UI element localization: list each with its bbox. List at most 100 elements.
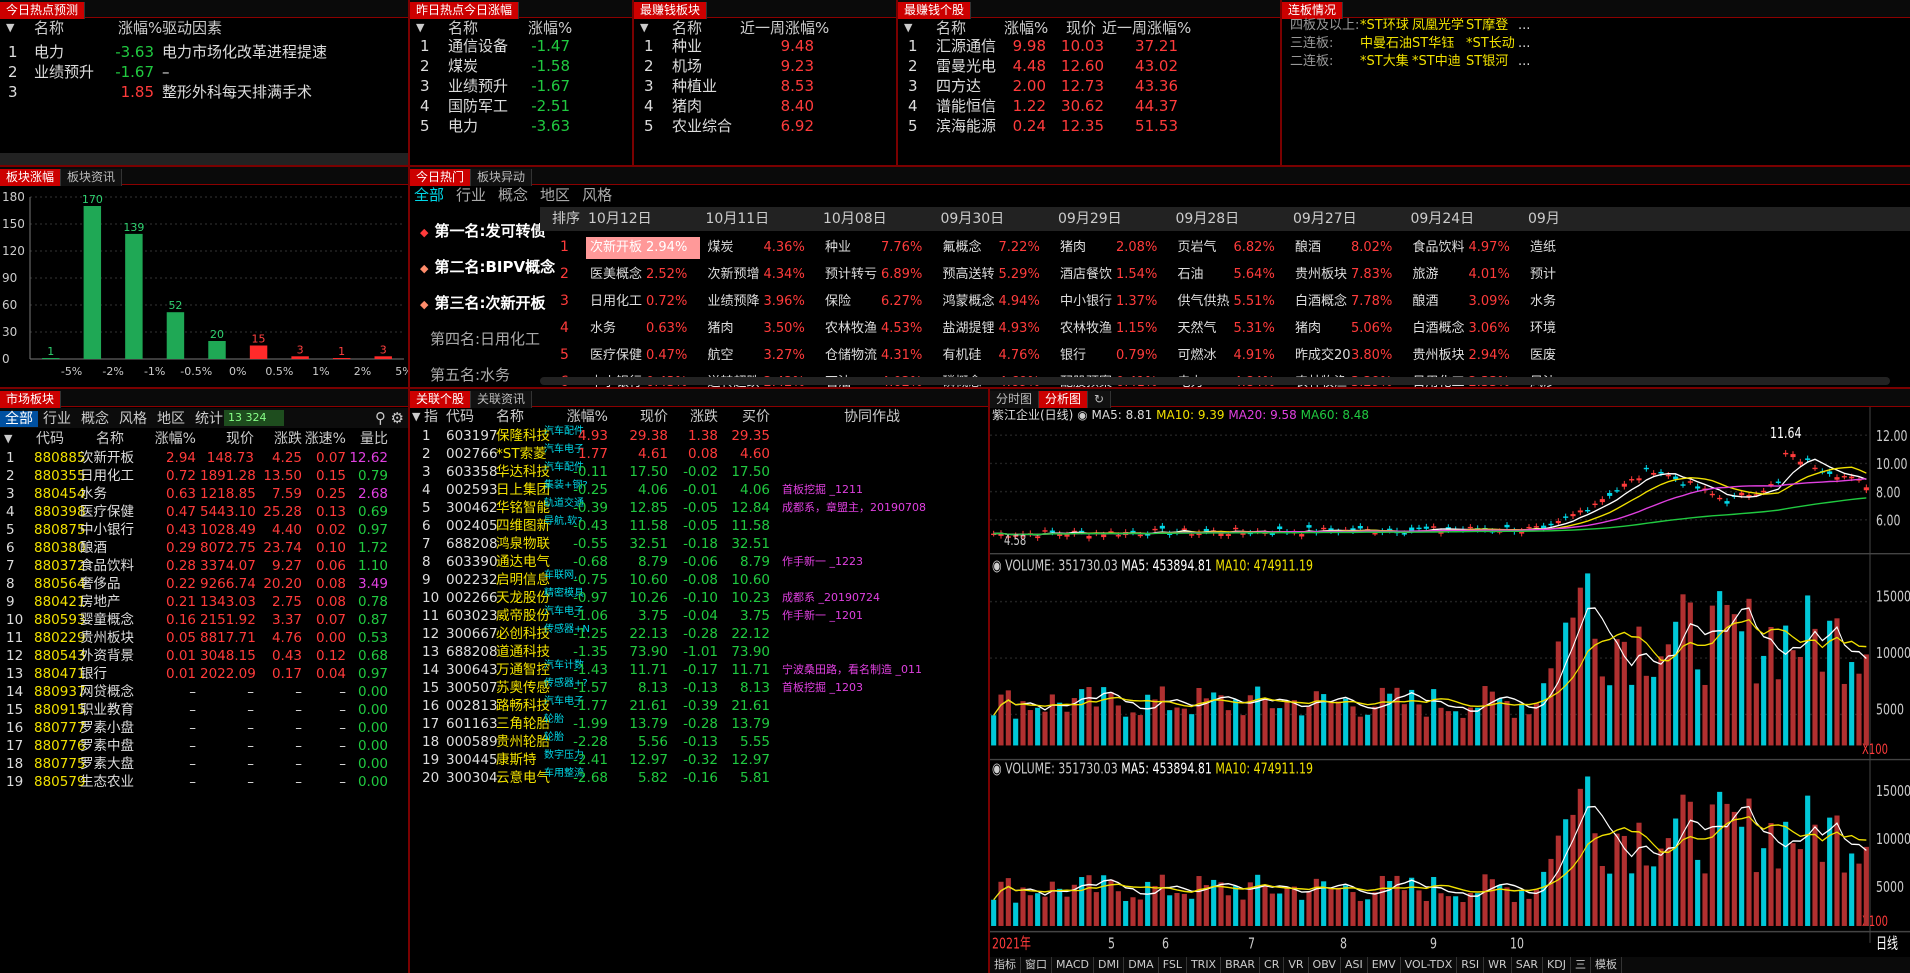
hot-cell[interactable]: 保险 6.27% bbox=[821, 291, 935, 313]
related-row[interactable]: 16 002813 路畅科技 汽车电子 -1.77 21.61 -0.39 21.61 bbox=[410, 696, 988, 715]
date-col-header[interactable]: 10月11日 bbox=[706, 203, 770, 235]
date-col-header[interactable]: 09月 bbox=[1528, 203, 1560, 235]
col-speed[interactable]: 涨速% bbox=[298, 429, 346, 449]
hot-cell[interactable]: 氟概念 7.22% bbox=[939, 237, 1053, 259]
market-filter-0[interactable]: 全部 bbox=[0, 411, 38, 427]
hot-cell[interactable]: 预高送转 5.29% bbox=[939, 264, 1053, 286]
horizontal-scrollbar[interactable] bbox=[0, 153, 408, 165]
market-row[interactable]: 8 880564 奢侈品 0.22 9266.74 20.20 0.08 3.49 bbox=[0, 575, 408, 593]
hot-cell[interactable]: 猪肉 3.50% bbox=[704, 318, 818, 340]
related-row[interactable]: 15 300507 苏奥传感 传感器+? -1.57 8.13 -0.13 8.13 首板挖掘 … bbox=[410, 678, 988, 697]
market-row[interactable]: 15 880915 职业教育 – – – –0.00 bbox=[0, 701, 408, 719]
hot-cell[interactable]: 医废 bbox=[1526, 345, 1640, 367]
market-row[interactable]: 12 880543 外资背景 0.01 3048.15 0.43 0.12 0.68 bbox=[0, 647, 408, 665]
col-name[interactable]: 名称 bbox=[34, 16, 64, 40]
market-row[interactable]: 17 880776 罗素中盘 – – – –0.00 bbox=[0, 737, 408, 755]
related-row[interactable]: 11 603023 威帝股份 汽车电子 -1.06 3.75 -0.04 3.75 作手新一 _… bbox=[410, 606, 988, 625]
hot-cell[interactable]: 次新预增 4.34% bbox=[704, 264, 818, 286]
hot-cell[interactable]: 页岩气 6.82% bbox=[1174, 237, 1288, 259]
kline-chart[interactable]: 12.00 10.00 8.00 6.00 ◉ VOLUME: 351730.03 MA… bbox=[990, 407, 1910, 957]
hot-cell[interactable]: 旅游 4.01% bbox=[1409, 264, 1523, 286]
indicator-tab[interactable]: VOL-TDX bbox=[1401, 957, 1458, 973]
tab-sector-change[interactable]: 板块涨幅 bbox=[0, 169, 62, 186]
hot-cell[interactable]: 有机硅 4.76% bbox=[939, 345, 1053, 367]
indicator-tab[interactable]: SAR bbox=[1512, 957, 1544, 973]
hot-cell[interactable]: 酿酒 3.09% bbox=[1409, 291, 1523, 313]
related-row[interactable]: 1 603197 保隆科技 汽车配件 4.93 29.38 1.38 29.35 bbox=[410, 426, 988, 445]
hot-cell[interactable]: 业绩预降 3.96% bbox=[704, 291, 818, 313]
market-row[interactable]: 16 880777 罗素小盘 – – – –0.00 bbox=[0, 719, 408, 737]
col-price[interactable]: 现价 bbox=[620, 407, 668, 427]
col-driver[interactable]: 驱动因素 bbox=[162, 16, 222, 40]
tab-related-news[interactable]: 关联资讯 bbox=[471, 391, 533, 408]
col-change[interactable]: 涨幅% bbox=[118, 16, 162, 40]
hot-cell[interactable]: 医疗保健 0.47% bbox=[586, 345, 700, 367]
hot-rank-item[interactable]: ◆ 第二名:BIPV概念 bbox=[410, 249, 555, 285]
top-stock-row[interactable]: 5 滨海能源 0.24 12.35 51.53 bbox=[898, 114, 1280, 138]
hot-cell[interactable]: 日用化工 0.72% bbox=[586, 291, 700, 313]
col-name[interactable]: 名称 bbox=[496, 407, 524, 427]
indicator-tab[interactable]: VR bbox=[1284, 957, 1309, 973]
hot-cell[interactable]: 中小银行 1.37% bbox=[1056, 291, 1170, 313]
tab-sector-anomaly[interactable]: 板块异动 bbox=[471, 169, 533, 186]
market-filter-3[interactable]: 风格 bbox=[114, 411, 152, 427]
market-row[interactable]: 3 880454 水务 0.63 1218.85 7.59 0.25 2.68 bbox=[0, 485, 408, 503]
hot-rank-item[interactable]: 第五名:水务 bbox=[410, 357, 550, 387]
market-row[interactable]: 7 880372 食品饮料 0.28 3374.07 9.27 0.06 1.10 bbox=[0, 557, 408, 575]
market-row[interactable]: 14 880937 网贷概念 – – – –0.00 bbox=[0, 683, 408, 701]
hot-cell[interactable]: 农林牧渔 1.15% bbox=[1056, 318, 1170, 340]
related-row[interactable]: 10 002266 天龙股份 精密模具 -0.97 10.26 -0.10 10.23 成都系 … bbox=[410, 588, 988, 607]
tab-related-stocks[interactable]: 关联个股 bbox=[410, 391, 472, 408]
col-bid[interactable]: 买价 bbox=[724, 407, 770, 427]
date-col-header[interactable]: 10月12日 bbox=[588, 203, 652, 235]
hot-cell[interactable]: 白酒概念 3.06% bbox=[1409, 318, 1523, 340]
hot-cell[interactable]: 水务 0.63% bbox=[586, 318, 700, 340]
hot-cell[interactable]: 食品饮料 4.97% bbox=[1409, 237, 1523, 259]
date-col-header[interactable]: 09月28日 bbox=[1176, 203, 1240, 235]
indicator-tab[interactable]: 指标 bbox=[990, 957, 1021, 973]
market-row[interactable]: 2 880355 日用化工 0.72 1891.28 13.50 0.15 0.79 bbox=[0, 467, 408, 485]
indicator-tab[interactable]: 窗口 bbox=[1021, 957, 1052, 973]
date-col-header[interactable]: 09月24日 bbox=[1411, 203, 1475, 235]
related-row[interactable]: 5 300462 华铭智能 轨道交通 -0.39 12.85 -0.05 12.84 成都系，章… bbox=[410, 498, 988, 517]
hot-cell[interactable]: 可燃冰 4.91% bbox=[1174, 345, 1288, 367]
hot-cell[interactable]: 预计 bbox=[1526, 264, 1640, 286]
hot-cell[interactable]: 鸿蒙概念 4.94% bbox=[939, 291, 1053, 313]
hot-cell[interactable]: 农林牧渔 4.53% bbox=[821, 318, 935, 340]
market-row[interactable]: 9 880421 房地产 0.21 1343.03 2.75 0.08 0.78 bbox=[0, 593, 408, 611]
hot-cell[interactable]: 白酒概念 7.78% bbox=[1291, 291, 1405, 313]
gear-icon[interactable]: ⚙ bbox=[391, 408, 404, 428]
tab-market-sectors[interactable]: 市场板块 bbox=[0, 391, 62, 408]
filter-3[interactable]: 地区 bbox=[540, 186, 570, 204]
indicator-tab[interactable]: WR bbox=[1484, 957, 1512, 973]
hot-cell[interactable]: 环境 bbox=[1526, 318, 1640, 340]
hot-cell[interactable]: 猪肉 2.08% bbox=[1056, 237, 1170, 259]
sort-icon[interactable]: ▼ bbox=[412, 407, 420, 427]
related-row[interactable]: 13 688208 道通科技 -1.35 73.90 -1.01 73.90 bbox=[410, 643, 988, 661]
date-col-header[interactable]: 09月30日 bbox=[941, 203, 1005, 235]
col-delta[interactable]: 涨跌 bbox=[256, 429, 302, 449]
date-col-header[interactable]: 09月29日 bbox=[1058, 203, 1122, 235]
hot-grid-scrollbar[interactable] bbox=[540, 377, 1890, 385]
indicator-tab[interactable]: TRIX bbox=[1187, 957, 1222, 973]
hot-rank-item[interactable]: ◆ 第三名:次新开板 bbox=[410, 285, 550, 321]
indicator-tab[interactable]: DMI bbox=[1094, 957, 1125, 973]
hot-rank-item[interactable]: ◆ 第一名:发可转债 bbox=[410, 213, 550, 249]
hot-cell[interactable]: 银行 0.79% bbox=[1056, 345, 1170, 367]
market-row[interactable]: 19 880579 生态农业 – – – –0.00 bbox=[0, 773, 408, 791]
hot-cell[interactable]: 盐湖提锂 4.93% bbox=[939, 318, 1053, 340]
hot-cell[interactable]: 石油 5.64% bbox=[1174, 264, 1288, 286]
related-row[interactable]: 18 000589 贵州轮胎 轮胎 -2.28 5.56 -0.13 5.55 bbox=[410, 732, 988, 751]
market-row[interactable]: 10 880593 婴童概念 0.16 2151.92 3.37 0.07 0.87 bbox=[0, 611, 408, 629]
indicator-tab[interactable]: CR bbox=[1260, 957, 1285, 973]
market-row[interactable]: 18 880775 罗素大盘 – – – –0.00 bbox=[0, 755, 408, 773]
indicator-tab[interactable]: DMA bbox=[1124, 957, 1159, 973]
indicator-tab[interactable]: EMV bbox=[1368, 957, 1401, 973]
indicator-tab[interactable]: ASI bbox=[1341, 957, 1368, 973]
indicator-tab[interactable]: 模板 bbox=[1591, 957, 1622, 973]
col-change[interactable]: 涨幅% bbox=[150, 429, 196, 449]
hot-cell[interactable]: 航空 3.27% bbox=[704, 345, 818, 367]
filter-2[interactable]: 概念 bbox=[498, 186, 528, 204]
hot-cell[interactable]: 次新开板 2.94% bbox=[586, 237, 700, 259]
col-name[interactable]: 名称 bbox=[96, 429, 124, 449]
